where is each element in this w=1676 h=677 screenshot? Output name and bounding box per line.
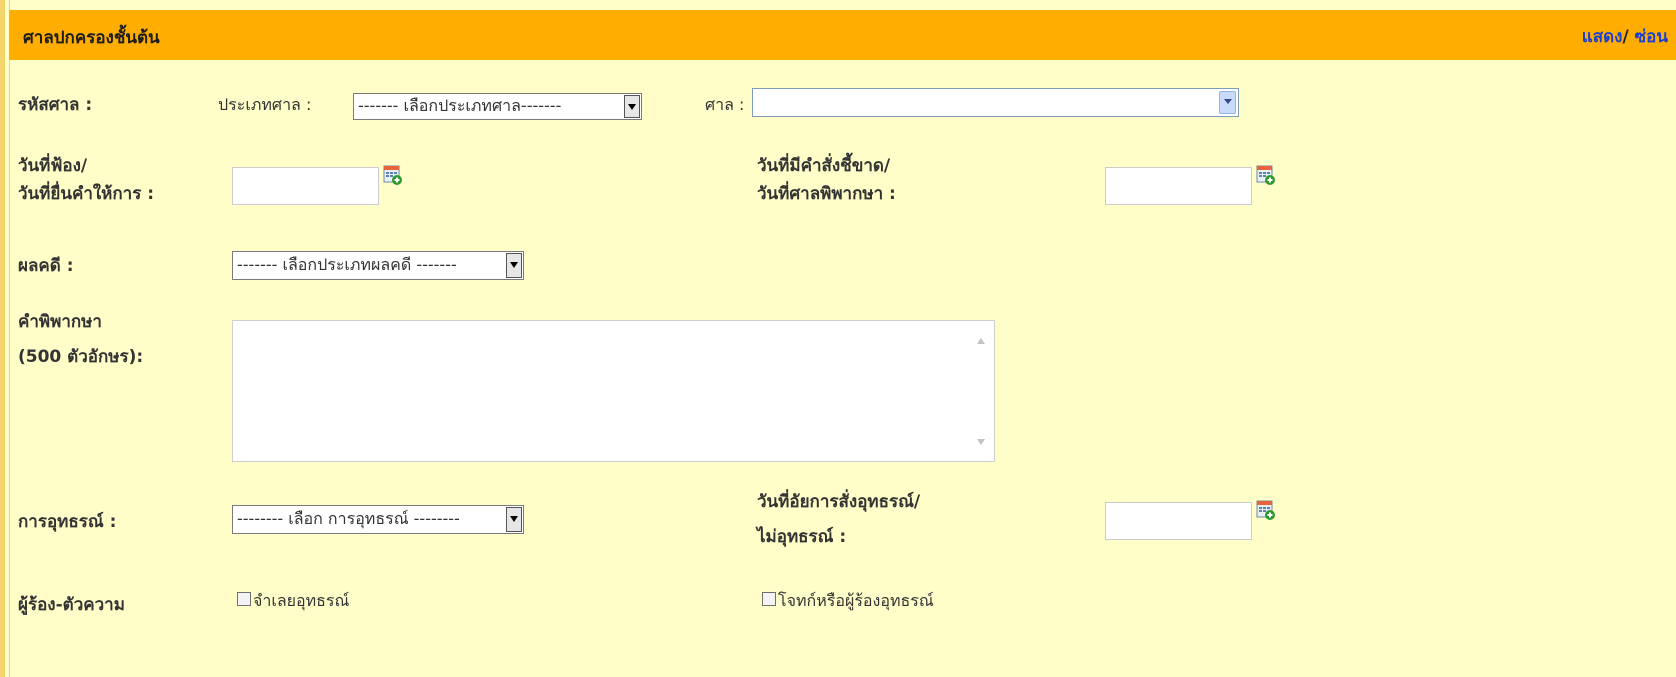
judgment-date-input[interactable] <box>1105 167 1252 205</box>
verdict-label: ผลคดี : <box>18 256 74 276</box>
filing-date-label-1: วันที่ฟ้อง/ <box>18 156 88 176</box>
scroll-up-icon[interactable] <box>977 338 985 344</box>
judgment-textarea[interactable] <box>232 320 995 462</box>
section-title: ศาลปกครองชั้นต้น <box>23 28 160 48</box>
judgment-date-label-1: วันที่มีคำสั่งชี้ขาด/ <box>757 156 891 176</box>
verdict-selected: ------- เลือกประเภทผลคดี ------- <box>237 255 457 274</box>
link-separator: / <box>1622 27 1629 47</box>
plaintiff-appeal-checkbox[interactable] <box>762 592 776 606</box>
scroll-down-icon[interactable] <box>977 439 985 445</box>
plaintiff-appeal-label: โจทก์หรือผู้ร้องอุทธรณ์ <box>778 591 934 610</box>
calendar-icon[interactable] <box>1256 499 1276 521</box>
chevron-down-icon[interactable] <box>506 253 522 278</box>
judgment-text-label-1: คำพิพากษา <box>18 312 102 332</box>
show-link[interactable]: แสดง <box>1582 27 1623 47</box>
court-type-label: ประเภทศาล : <box>218 95 312 114</box>
defendant-appeal-label: จำเลยอุทธรณ์ <box>253 591 350 610</box>
appeal-select[interactable]: -------- เลือก การอุทธรณ์ -------- <box>232 505 524 534</box>
calendar-icon[interactable] <box>383 164 403 186</box>
court-label: ศาล : <box>705 95 745 114</box>
appeal-selected: -------- เลือก การอุทธรณ์ -------- <box>237 509 460 528</box>
section-header: ศาลปกครองชั้นต้น แสดง/ ซ่อน <box>9 10 1676 60</box>
court-select[interactable] <box>752 88 1239 117</box>
judgment-date-label-2: วันที่ศาลพิพากษา : <box>757 184 896 204</box>
defendant-appeal-checkbox[interactable] <box>237 592 251 606</box>
chevron-down-icon[interactable] <box>1219 91 1236 114</box>
chevron-down-icon[interactable] <box>624 95 640 118</box>
calendar-icon[interactable] <box>1256 164 1276 186</box>
court-type-select[interactable]: ------- เลือกประเภทศาล------- <box>353 93 642 120</box>
show-hide-links: แสดง/ ซ่อน <box>1582 23 1668 50</box>
left-border <box>0 0 5 677</box>
appeal-order-date-label-2: ไม่อุทธรณ์ : <box>757 527 847 547</box>
parties-label: ผู้ร้อง-ตัวความ <box>18 595 125 615</box>
appeal-order-date-label-1: วันที่อัยการสั่งอุทธรณ์/ <box>757 492 921 512</box>
court-code-label: รหัสศาล : <box>18 95 93 115</box>
chevron-down-icon[interactable] <box>506 507 522 532</box>
appeal-label: การอุทธรณ์ : <box>18 512 117 532</box>
court-type-selected: ------- เลือกประเภทศาล------- <box>358 96 562 115</box>
judgment-text-label-2: (500 ตัวอักษร): <box>18 347 144 367</box>
hide-link[interactable]: ซ่อน <box>1635 27 1668 47</box>
verdict-select[interactable]: ------- เลือกประเภทผลคดี ------- <box>232 251 524 280</box>
filing-date-label-2: วันที่ยื่นคำให้การ : <box>18 184 155 204</box>
appeal-order-date-input[interactable] <box>1105 502 1252 540</box>
left-border-line <box>9 0 10 677</box>
filing-date-input[interactable] <box>232 167 379 205</box>
